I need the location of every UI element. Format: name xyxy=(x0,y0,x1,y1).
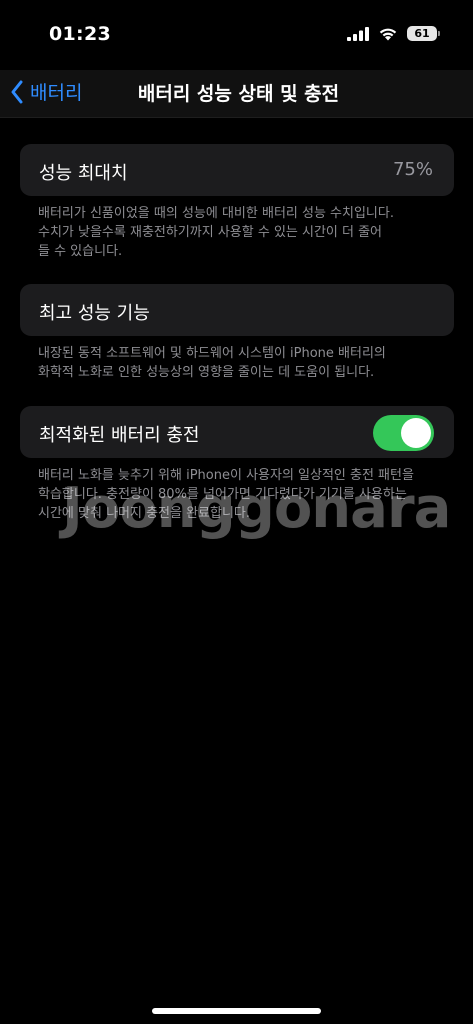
peak-performance-label: 최고 성능 기능 xyxy=(39,303,150,324)
optimized-charging-row: 최적화된 배터리 충전 xyxy=(20,406,454,458)
max-capacity-value: 75% xyxy=(392,159,433,180)
wifi-icon xyxy=(379,28,397,41)
navigation-bar: 배터리 배터리 성능 상태 및 충전 xyxy=(0,70,473,118)
page-title: 배터리 성능 상태 및 충전 xyxy=(137,83,340,105)
footnote-line: 들 수 있습니다. xyxy=(38,244,123,259)
footnote-line: 화학적 노화로 인한 성능상의 영향을 줄이는 데 도움이 됩니다. xyxy=(38,365,375,380)
watermark: Joonggonara xyxy=(62,476,451,541)
max-capacity-label: 성능 최대치 xyxy=(39,163,128,184)
home-indicator[interactable] xyxy=(152,1008,321,1014)
footnote-line: 배터리가 신품이었을 때의 성능에 대비한 배터리 성능 수치입니다. xyxy=(38,206,394,221)
status-time: 01:23 xyxy=(49,23,111,45)
screen: 01:23 61 배터리 배터리 성능 상태 및 충전 성능 최대치 75% 배… xyxy=(0,0,473,1024)
optimized-charging-label: 최적화된 배터리 충전 xyxy=(39,425,200,446)
footnote-line: 내장된 동적 소프트웨어 및 하드웨어 시스템이 iPhone 배터리의 xyxy=(38,346,386,361)
footnote-line: 수치가 낮을수록 재충전하기까지 사용할 수 있는 시간이 더 줄어 xyxy=(38,225,383,240)
toggle-knob xyxy=(401,418,431,448)
battery-icon: 61 xyxy=(407,26,440,41)
max-capacity-row: 성능 최대치 75% xyxy=(20,144,454,196)
cellular-signal-icon xyxy=(347,26,369,41)
status-icons: 61 xyxy=(347,26,440,41)
peak-performance-footnote: 내장된 동적 소프트웨어 및 하드웨어 시스템이 iPhone 배터리의 화학적… xyxy=(38,344,438,382)
peak-performance-row: 최고 성능 기능 xyxy=(20,284,454,336)
max-capacity-footnote: 배터리가 신품이었을 때의 성능에 대비한 배터리 성능 수치입니다. 수치가 … xyxy=(38,204,438,261)
optimized-charging-toggle[interactable] xyxy=(373,415,434,451)
status-bar: 01:23 61 xyxy=(0,0,473,70)
